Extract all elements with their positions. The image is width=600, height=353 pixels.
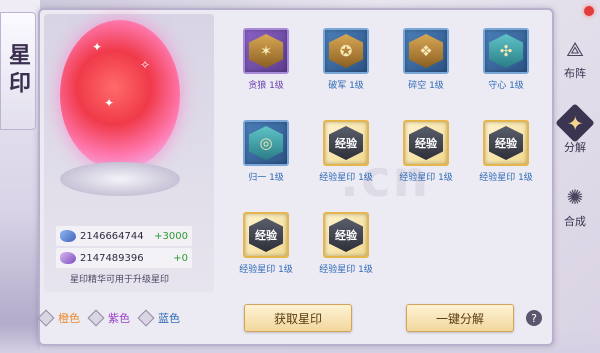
seal-label: 经验星印 1级 bbox=[319, 265, 373, 275]
close-icon bbox=[584, 6, 594, 16]
get-seal-button[interactable]: 获取星印 bbox=[244, 304, 352, 332]
seal-label: 贪狼 1级 bbox=[248, 81, 284, 91]
seal-label: 经验星印 1级 bbox=[479, 173, 533, 183]
seal-slot[interactable]: ✶ bbox=[243, 28, 289, 74]
help-icon[interactable]: ? bbox=[526, 310, 542, 326]
tab-decompose[interactable]: ✦ 分解 bbox=[552, 102, 598, 162]
pojun-emblem-icon: ✪ bbox=[329, 34, 363, 68]
checkbox[interactable] bbox=[137, 309, 155, 327]
exp-star-seal-icon: 经验 bbox=[409, 126, 443, 160]
seal-label: 碎空 1级 bbox=[408, 81, 444, 91]
tab-label: 合成 bbox=[564, 215, 586, 228]
seal-label: 破军 1级 bbox=[328, 81, 364, 91]
guiyi-emblem-icon: ◎ bbox=[249, 126, 283, 160]
sparkle-icon: ✦ bbox=[92, 40, 103, 54]
blue-crystal-icon bbox=[60, 230, 76, 242]
resource-gain: +0 bbox=[173, 252, 188, 264]
seal-item[interactable]: ✶ 贪狼 1级 bbox=[226, 28, 306, 104]
seal-label: 经验星印 1级 bbox=[239, 265, 293, 275]
essence-tip: 星印精华可用于升级星印 bbox=[70, 275, 170, 285]
checkbox[interactable] bbox=[87, 309, 105, 327]
orb-pedestal bbox=[60, 162, 180, 196]
tab-formation[interactable]: ⟁ 布阵 bbox=[552, 28, 598, 88]
seal-label: 经验星印 1级 bbox=[319, 173, 373, 183]
seal-label: 经验星印 1级 bbox=[399, 173, 453, 183]
seal-slot[interactable]: ❖ bbox=[403, 28, 449, 74]
seal-slot[interactable]: 经验 bbox=[323, 212, 369, 258]
shouxin-emblem-icon: ✣ bbox=[489, 34, 523, 68]
tab-synthesize[interactable]: ✺ 合成 bbox=[552, 176, 598, 236]
formation-icon: ⟁ bbox=[566, 37, 584, 61]
decompose-icon: ✦ bbox=[555, 103, 595, 143]
filter-label: 蓝色 bbox=[158, 312, 180, 325]
seal-slot[interactable]: 经验 bbox=[483, 120, 529, 166]
seal-slot[interactable]: 经验 bbox=[323, 120, 369, 166]
checkbox[interactable] bbox=[37, 309, 55, 327]
resource-value: 2147489396 bbox=[80, 252, 144, 264]
page-title: 星印 bbox=[0, 12, 36, 130]
filter-purple[interactable]: 紫色 bbox=[87, 309, 130, 327]
seal-slot[interactable]: 经验 bbox=[243, 212, 289, 258]
resource-gain: +3000 bbox=[154, 230, 188, 242]
seal-grid: ✶ 贪狼 1级 ✪ 破军 1级 ❖ 碎空 1级 ✣ 守心 1级 ◎ 归一 1级 … bbox=[226, 28, 546, 278]
resource-row: 2146664744 +3000 bbox=[56, 226, 192, 246]
filter-label: 橙色 bbox=[58, 312, 80, 325]
sparkle-icon: ✦ bbox=[104, 96, 115, 110]
exp-star-seal-icon: 经验 bbox=[249, 218, 283, 252]
seal-item[interactable]: 经验 经验星印 1级 bbox=[466, 120, 546, 196]
resource-value: 2146664744 bbox=[80, 230, 144, 242]
filter-blue[interactable]: 蓝色 bbox=[137, 309, 180, 327]
sparkle-icon: ✧ bbox=[140, 58, 151, 72]
seal-label: 归一 1级 bbox=[248, 173, 284, 183]
decompose-all-button[interactable]: 一键分解 bbox=[406, 304, 514, 332]
star-seal-orb bbox=[60, 20, 180, 170]
seal-item[interactable]: 经验 经验星印 1级 bbox=[306, 212, 386, 288]
seal-item[interactable]: ◎ 归一 1级 bbox=[226, 120, 306, 196]
filter-orange[interactable]: 橙色 bbox=[37, 309, 80, 327]
seal-item[interactable]: ✪ 破军 1级 bbox=[306, 28, 386, 104]
side-tabs: ⟁ 布阵 ✦ 分解 ✺ 合成 bbox=[552, 28, 598, 238]
tab-label: 布阵 bbox=[564, 67, 586, 80]
suikong-emblem-icon: ❖ bbox=[409, 34, 443, 68]
seal-slot[interactable]: ✣ bbox=[483, 28, 529, 74]
seal-item[interactable]: ✣ 守心 1级 bbox=[466, 28, 546, 104]
tanlang-emblem-icon: ✶ bbox=[249, 34, 283, 68]
filter-label: 紫色 bbox=[108, 312, 130, 325]
exp-star-seal-icon: 经验 bbox=[329, 126, 363, 160]
seal-slot[interactable]: ◎ bbox=[243, 120, 289, 166]
close-button[interactable] bbox=[578, 0, 600, 22]
seal-item[interactable]: 经验 经验星印 1级 bbox=[386, 120, 466, 196]
exp-star-seal-icon: 经验 bbox=[489, 126, 523, 160]
seal-item[interactable]: 经验 经验星印 1级 bbox=[306, 120, 386, 196]
seal-slot[interactable]: ✪ bbox=[323, 28, 369, 74]
rarity-filters: 橙色 紫色 蓝色 bbox=[37, 306, 220, 330]
seal-item[interactable]: 经验 经验星印 1级 bbox=[226, 212, 306, 288]
purple-crystal-icon bbox=[60, 252, 76, 264]
seal-label: 守心 1级 bbox=[488, 81, 524, 91]
resource-row: 2147489396 +0 bbox=[56, 248, 192, 268]
seal-item[interactable]: ❖ 碎空 1级 bbox=[386, 28, 466, 104]
exp-star-seal-icon: 经验 bbox=[329, 218, 363, 252]
seal-slot[interactable]: 经验 bbox=[403, 120, 449, 166]
synthesize-icon: ✺ bbox=[566, 185, 584, 209]
